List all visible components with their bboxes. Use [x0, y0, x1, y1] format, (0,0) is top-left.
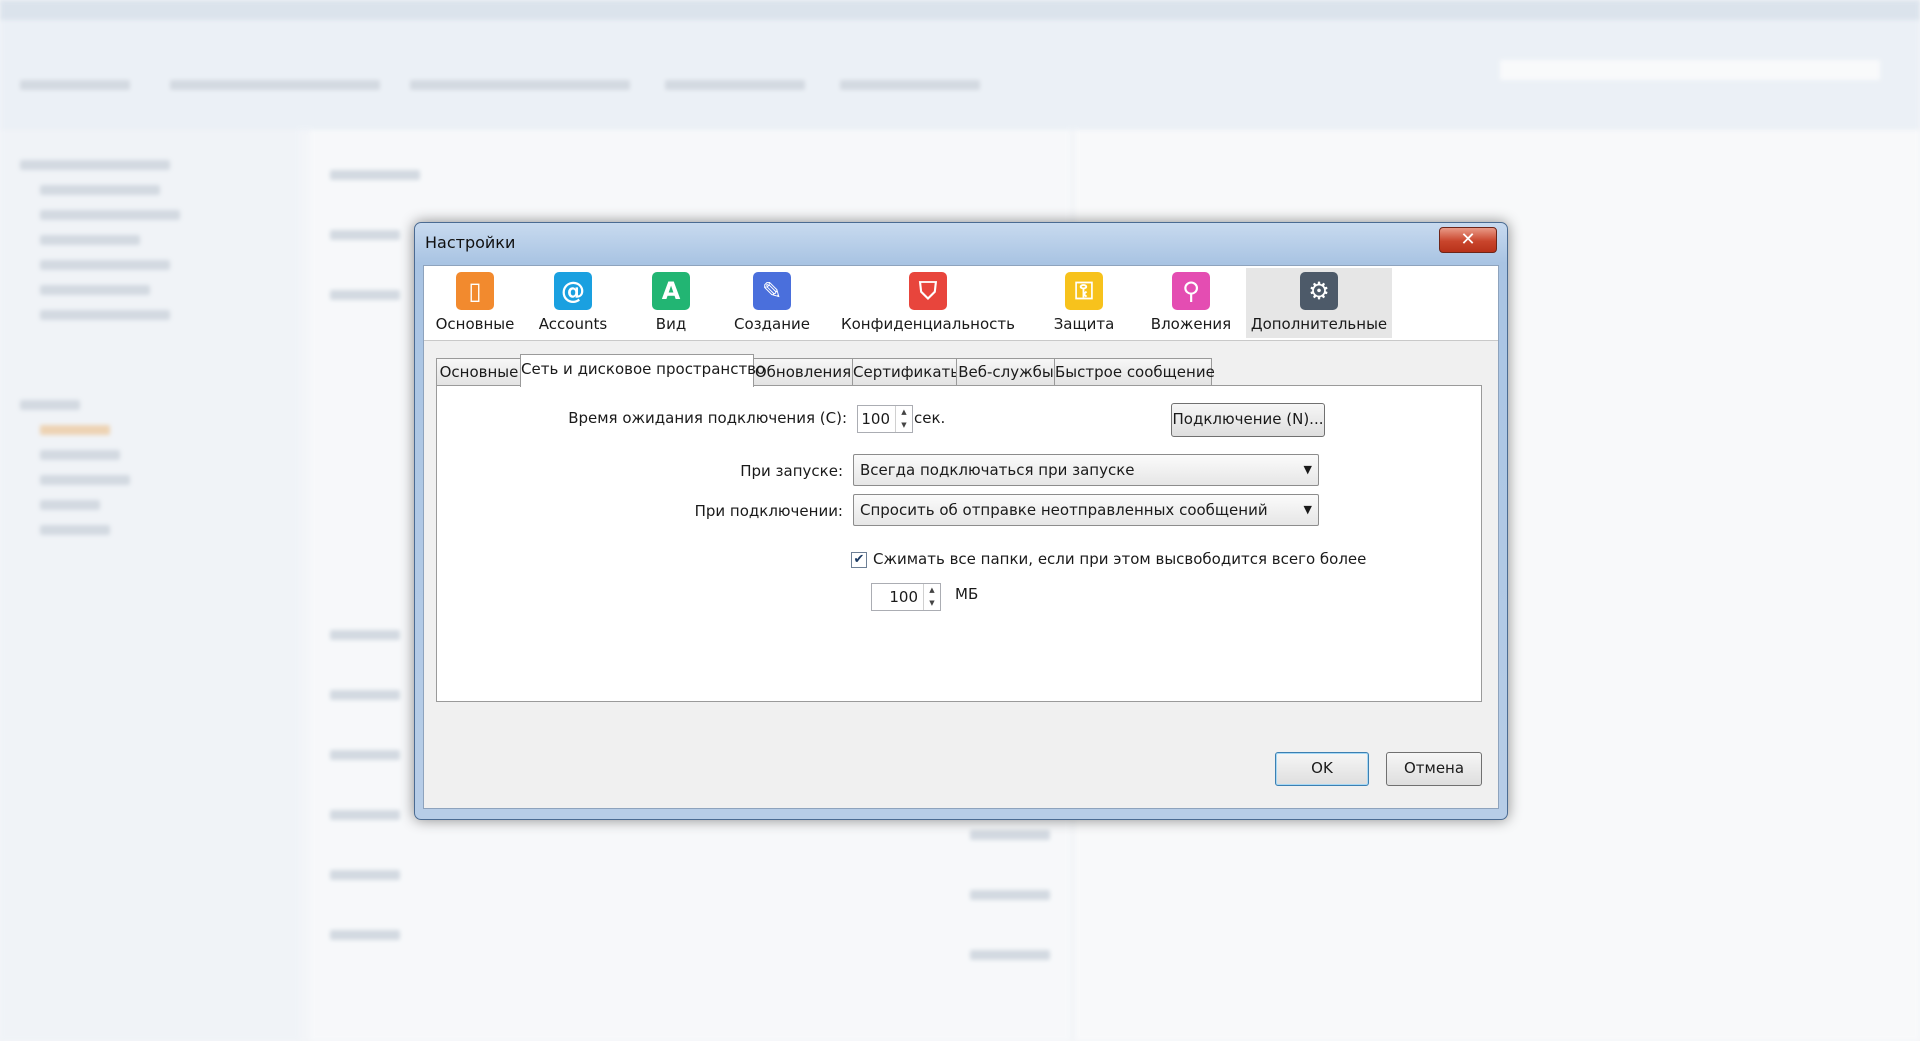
- tab-web-services[interactable]: Веб-службы: [956, 358, 1056, 386]
- category-accounts[interactable]: @ Accounts: [528, 268, 618, 338]
- gear-icon: ⚙: [1300, 272, 1338, 310]
- phone-icon: ▯: [456, 272, 494, 310]
- close-button[interactable]: ✕: [1439, 227, 1497, 253]
- spin-up-icon[interactable]: ▲: [924, 584, 940, 597]
- lock-icon: ⚿: [1065, 272, 1103, 310]
- compress-unit: МБ: [955, 585, 979, 603]
- compress-value: 100: [889, 588, 918, 606]
- chevron-down-icon: ▼: [1303, 463, 1312, 476]
- tab-general[interactable]: Основные: [436, 358, 522, 386]
- ok-button[interactable]: OK: [1275, 752, 1369, 786]
- category-security[interactable]: ⚿ Защита: [1044, 268, 1124, 338]
- timeout-label: Время ожидания подключения (С):: [568, 409, 847, 427]
- dialog-body: ▯ Основные @ Accounts A Вид ✎ Создание ⛉…: [423, 265, 1499, 809]
- category-attachments[interactable]: ⚲ Вложения: [1148, 268, 1234, 338]
- background-folder-pane: [0, 130, 300, 1041]
- category-privacy[interactable]: ⛉ Конфиденциальность: [838, 268, 1018, 338]
- spin-down-icon[interactable]: ▼: [896, 419, 912, 432]
- spinner-arrows[interactable]: ▲ ▼: [923, 584, 940, 610]
- on-connect-select[interactable]: Спросить об отправке неотправленных сооб…: [853, 494, 1319, 526]
- category-label: Основные: [435, 315, 515, 333]
- pencil-icon: ✎: [753, 272, 791, 310]
- category-label: Защита: [1053, 315, 1115, 333]
- category-advanced[interactable]: ⚙ Дополнительные: [1246, 268, 1392, 338]
- startup-label: При запуске:: [740, 462, 843, 480]
- cancel-button[interactable]: Отмена: [1386, 752, 1482, 786]
- on-connect-label: При подключении:: [694, 502, 843, 520]
- category-label: Дополнительные: [1250, 315, 1388, 333]
- shield-icon: ⛉: [909, 272, 947, 310]
- category-compose[interactable]: ✎ Создание: [727, 268, 817, 338]
- timeout-unit: сек.: [914, 409, 946, 427]
- dialog-title: Настройки: [425, 233, 516, 252]
- tab-instant-message[interactable]: Быстрое сообщение: [1054, 358, 1215, 386]
- spin-up-icon[interactable]: ▲: [896, 406, 912, 419]
- paperclip-icon: ⚲: [1172, 272, 1210, 310]
- timeout-value: 100: [861, 410, 890, 428]
- connection-button[interactable]: Подключение (N)...: [1171, 403, 1325, 437]
- on-connect-value: Спросить об отправке неотправленных сооб…: [860, 501, 1268, 519]
- font-a-icon: A: [652, 272, 690, 310]
- compress-label: Сжимать все папки, если при этом высвобо…: [873, 550, 1367, 568]
- background-toolbar: [0, 20, 1920, 130]
- startup-value: Всегда подключаться при запуске: [860, 461, 1135, 479]
- category-label: Вид: [655, 315, 687, 333]
- compress-checkbox[interactable]: ✔: [851, 552, 867, 568]
- tab-certificates[interactable]: Сертификаты: [852, 358, 962, 386]
- category-label: Вложения: [1150, 315, 1232, 333]
- category-view[interactable]: A Вид: [636, 268, 706, 338]
- category-label: Конфиденциальность: [840, 315, 1015, 333]
- category-general[interactable]: ▯ Основные: [434, 268, 516, 338]
- chevron-down-icon: ▼: [1303, 503, 1312, 516]
- tab-panel: Время ожидания подключения (С): 100 ▲ ▼ …: [436, 385, 1482, 702]
- timeout-spinner[interactable]: 100 ▲ ▼: [857, 405, 913, 433]
- category-bar: ▯ Основные @ Accounts A Вид ✎ Создание ⛉…: [424, 266, 1498, 341]
- startup-select[interactable]: Всегда подключаться при запуске ▼: [853, 454, 1319, 486]
- settings-dialog: Настройки ✕ ▯ Основные @ Accounts A Вид …: [414, 222, 1508, 820]
- background-titlebar: [0, 0, 1920, 20]
- tab-network-disk[interactable]: Сеть и дисковое пространство: [520, 354, 765, 387]
- spin-down-icon[interactable]: ▼: [924, 597, 940, 610]
- category-label: Создание: [734, 315, 810, 333]
- spinner-arrows[interactable]: ▲ ▼: [895, 406, 912, 432]
- category-label: Accounts: [538, 315, 608, 333]
- tab-updates[interactable]: Обновления: [752, 358, 854, 386]
- at-sign-icon: @: [554, 272, 592, 310]
- compress-spinner[interactable]: 100 ▲ ▼: [871, 583, 941, 611]
